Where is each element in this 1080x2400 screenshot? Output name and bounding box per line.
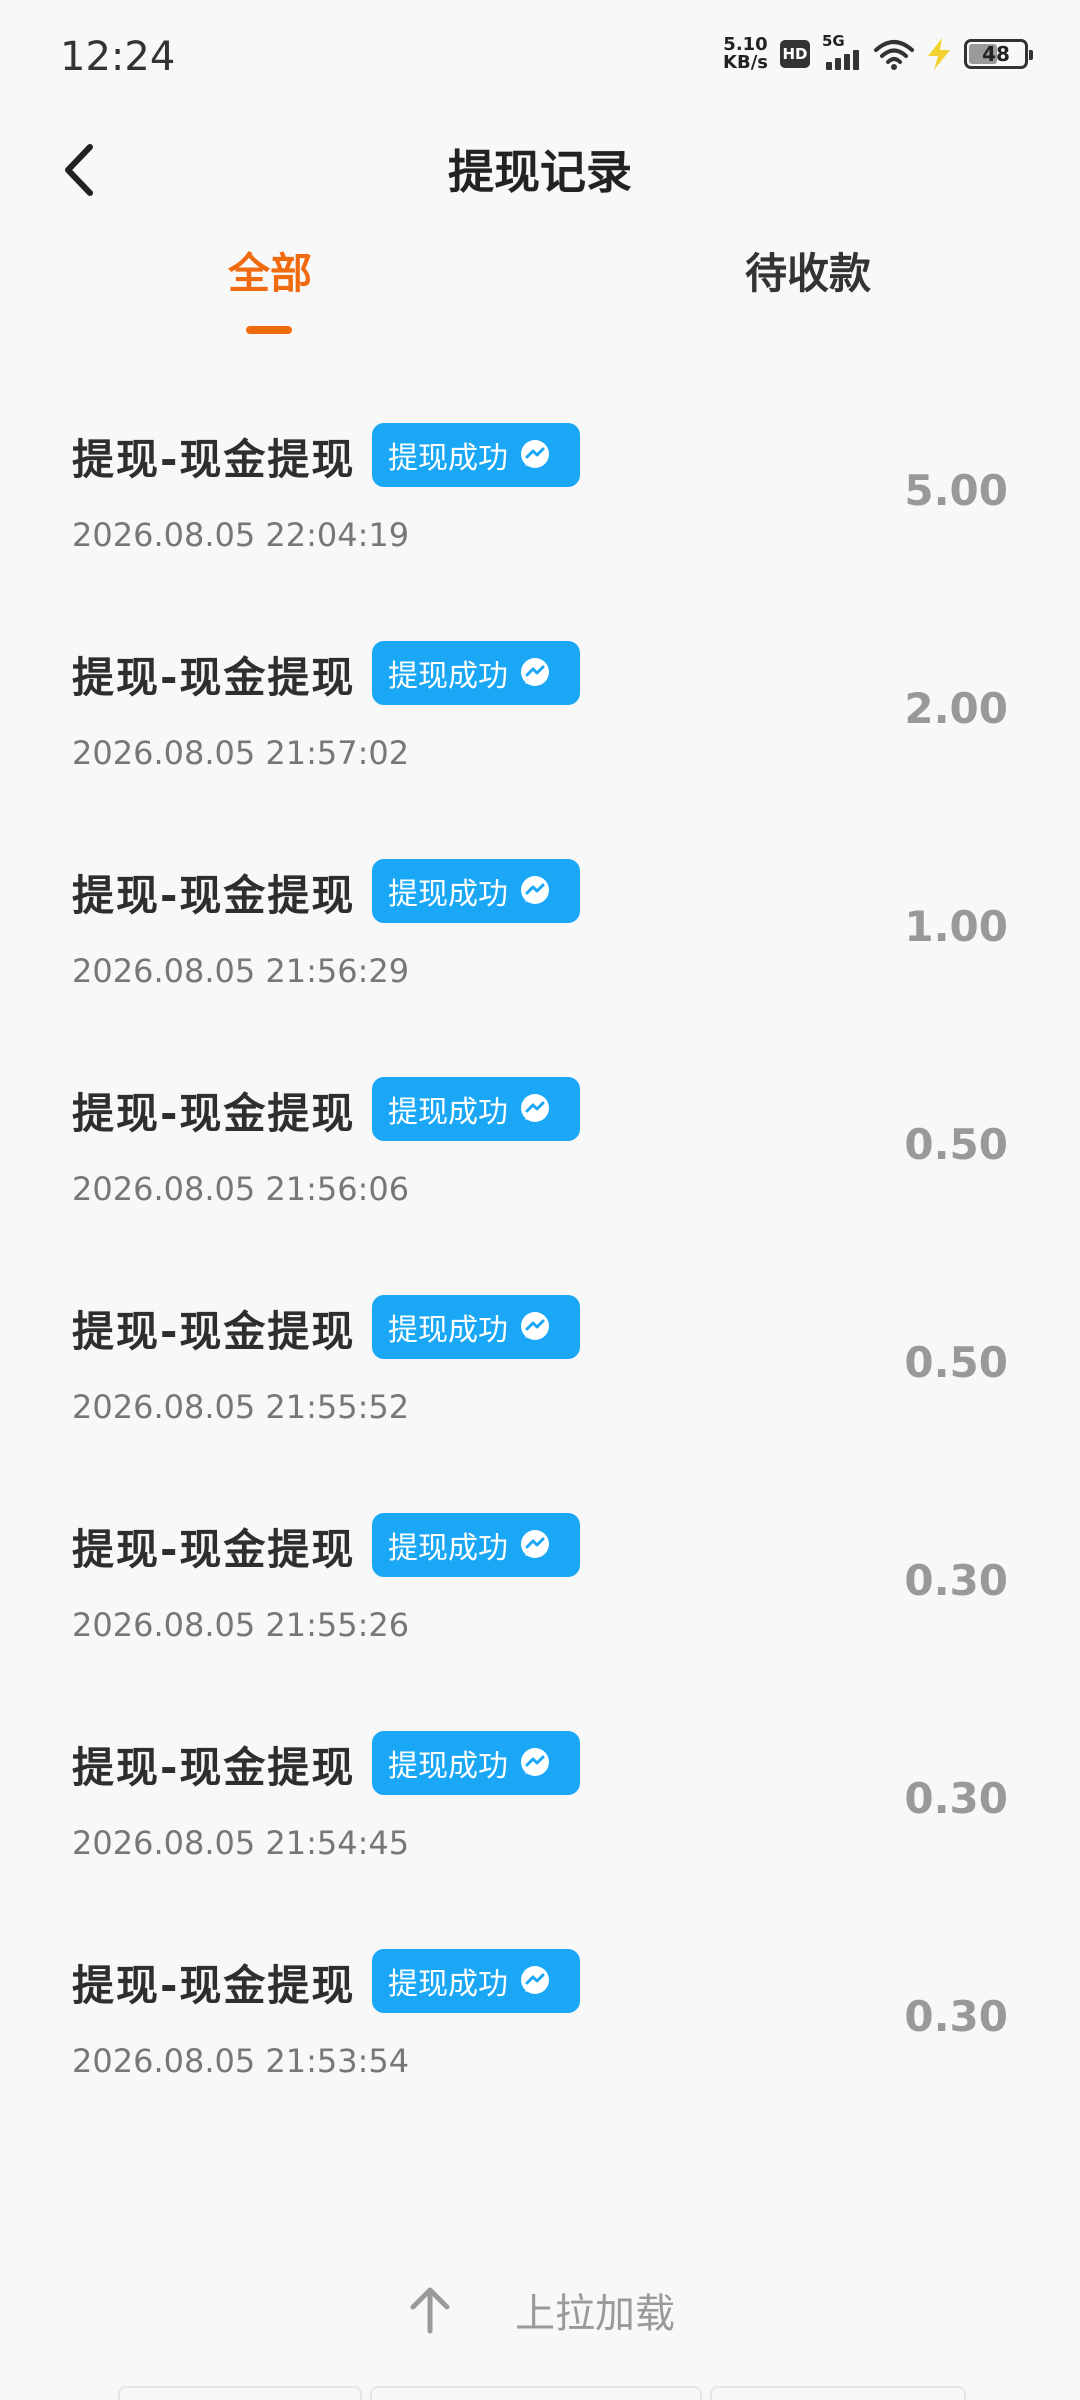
status-badge: 提现成功 [372,423,580,487]
record-time: 2026.08.05 21:55:52 [72,1388,410,1426]
status-badge: 提现成功 [372,641,580,705]
tab-all[interactable]: 全部 [228,240,312,301]
record-title: 提现-现金提现 [72,1743,356,1792]
record-title: 提现-现金提现 [72,653,356,702]
record-item[interactable]: 提现-现金提现 提现成功 2026.08.05 21:55:26 0.30 [0,1478,1080,1696]
cellular-signal-icon: 5G [822,32,862,70]
bottom-edge-hint [118,2386,966,2400]
wifi-icon [874,40,914,70]
network-speed: 5.10 KB/s [723,34,768,73]
status-badge-label: 提现成功 [388,1313,508,1348]
record-amount: 2.00 [904,684,1008,733]
record-item[interactable]: 提现-现金提现 提现成功 2026.08.05 21:55:52 0.50 [0,1260,1080,1478]
record-time: 2026.08.05 21:56:06 [72,1170,410,1208]
status-badge-label: 提现成功 [388,659,508,694]
status-badge: 提现成功 [372,1077,580,1141]
record-amount: 0.50 [904,1120,1008,1169]
tab-bar: 全部 待收款 [0,230,1080,340]
record-amount: 0.30 [904,1774,1008,1823]
status-badge: 提现成功 [372,1513,580,1577]
record-time: 2026.08.05 21:54:45 [72,1824,410,1862]
record-list[interactable]: 提现-现金提现提现成功2026.08.06 12:02:580.30提现-现金提… [0,335,1080,2155]
hd-icon: HD [780,40,810,68]
record-title: 提现-现金提现 [72,1307,356,1356]
page-title: 提现记录 [448,145,632,199]
record-item[interactable]: 提现-现金提现提现成功2026.08.06 12:02:580.30 [0,335,1080,388]
status-badge-label: 提现成功 [388,441,508,476]
chat-bubble-icon [521,1312,549,1340]
record-title: 提现-现金提现 [72,871,356,920]
status-badge: 提现成功 [372,859,580,923]
record-item[interactable]: 提现-现金提现 提现成功 2026.08.05 21:54:45 0.30 [0,1696,1080,1914]
arrow-up-icon [410,2287,450,2334]
chat-bubble-icon [521,1094,549,1122]
status-badge-label: 提现成功 [388,1749,508,1784]
record-title: 提现-现金提现 [72,435,356,484]
status-badge-label: 提现成功 [388,1531,508,1566]
record-item[interactable]: 提现-现金提现 提现成功 2026.08.05 22:04:19 5.00 [0,388,1080,606]
load-more[interactable]: 上拉加载 [0,2270,1080,2350]
status-badge-label: 提现成功 [388,877,508,912]
record-amount: 5.00 [904,466,1008,515]
record-amount: 0.50 [904,1338,1008,1387]
chat-bubble-icon [521,876,549,904]
header: 提现记录 [0,120,1080,220]
tab-indicator [246,326,292,334]
record-title: 提现-现金提现 [72,1961,356,2010]
chat-bubble-icon [521,440,549,468]
status-badge: 提现成功 [372,1949,580,2013]
status-badge: 提现成功 [372,1731,580,1795]
status-badge-label: 提现成功 [388,1095,508,1130]
record-item[interactable]: 提现-现金提现 提现成功 2026.08.05 21:56:29 1.00 [0,824,1080,1042]
record-amount: 0.30 [904,1556,1008,1605]
tab-pending[interactable]: 待收款 [745,240,871,301]
status-badge: 提现成功 [372,1295,580,1359]
charging-bolt-icon [928,38,950,70]
record-time: 2026.08.05 21:56:29 [72,952,410,990]
record-item[interactable]: 提现-现金提现 提现成功 2026.08.05 21:57:02 2.00 [0,606,1080,824]
record-time: 2026.08.05 21:55:26 [72,1606,410,1644]
record-time: 2026.08.05 22:04:19 [72,516,410,554]
record-amount: 0.30 [904,1992,1008,2041]
chat-bubble-icon [521,1530,549,1558]
record-amount: 1.00 [904,902,1008,951]
status-badge-label: 提现成功 [388,1967,508,2002]
status-bar: 12:24 5.10 KB/s HD 5G 48 [0,0,1080,120]
chat-bubble-icon [521,1966,549,1994]
load-more-text: 上拉加载 [515,2291,675,2337]
record-title: 提现-现金提现 [72,1089,356,1138]
record-title: 提现-现金提现 [72,1525,356,1574]
status-icons: 5.10 KB/s HD 5G 48 [723,32,1033,73]
chat-bubble-icon [521,658,549,686]
status-time: 12:24 [60,34,176,80]
battery-icon: 48 [964,39,1033,69]
record-time: 2026.08.06 12:02:58 [72,335,409,336]
record-time: 2026.08.05 21:57:02 [72,734,410,772]
record-item[interactable]: 提现-现金提现 提现成功 2026.08.05 21:53:54 0.30 [0,1914,1080,2132]
record-time: 2026.08.05 21:53:54 [72,2042,410,2080]
battery-level: 48 [982,42,1010,66]
chat-bubble-icon [521,1748,549,1776]
record-item[interactable]: 提现-现金提现 提现成功 2026.08.05 21:56:06 0.50 [0,1042,1080,1260]
